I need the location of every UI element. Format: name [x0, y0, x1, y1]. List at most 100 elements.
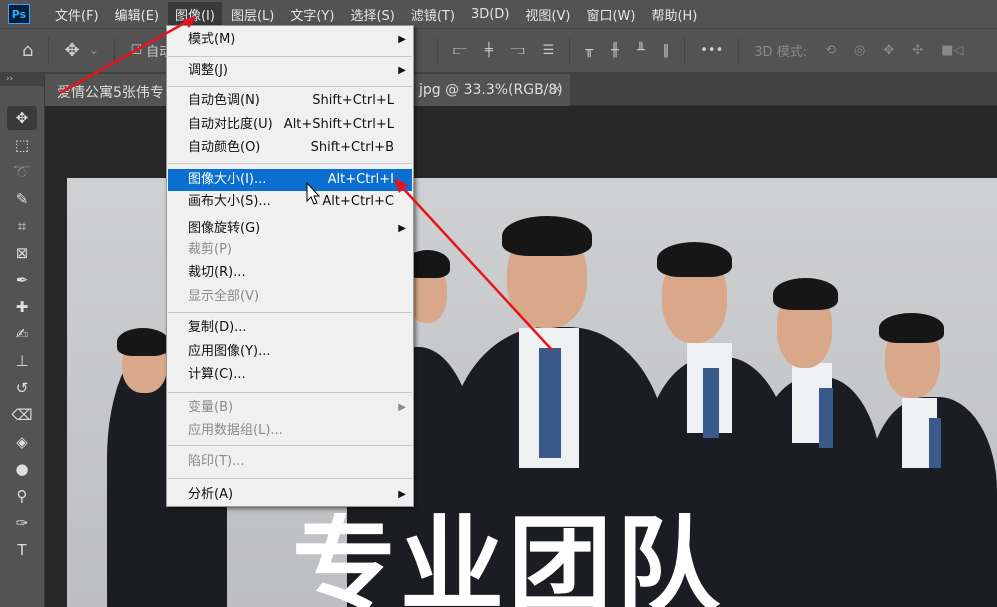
dodge-tool-icon[interactable]: ⚲	[7, 484, 37, 508]
tools-panel: ›› ✥ ⬚ ➰ ✎ ⌗ ⊠ ✒ ✚ ✍ ⊥ ↺ ⌫ ◈ ● ⚲ ✑ T	[0, 72, 45, 607]
menu-window[interactable]: 窗口(W)	[579, 2, 642, 27]
menu-help[interactable]: 帮助(H)	[644, 2, 704, 27]
marquee-tool-icon[interactable]: ⬚	[7, 133, 37, 157]
menu-separator	[168, 312, 412, 313]
menu-item-label: 裁剪(P)	[188, 242, 232, 257]
menu-item-label: 应用数据组(L)...	[188, 423, 283, 438]
menu-separator	[168, 86, 412, 87]
menu-3d[interactable]: 3D(D)	[464, 4, 516, 25]
menu-item-label: 调整(J)	[188, 63, 228, 78]
document-tab-title-suffix: jpg @ 33.3%(RGB/8)	[419, 82, 563, 98]
home-icon[interactable]: ⌂	[22, 40, 33, 61]
image-menu-dropdown: 模式(M)▶调整(J)▶自动色调(N)Shift+Ctrl+L自动对比度(U)A…	[166, 25, 414, 507]
move-tool-icon[interactable]: ✥	[64, 40, 79, 61]
menu-item[interactable]: 图像旋转(G)▶	[168, 218, 412, 240]
menu-item[interactable]: 图像大小(I)... Alt+Ctrl+I	[168, 169, 412, 191]
menu-item-label: 自动颜色(O)	[188, 140, 260, 155]
close-tab-icon[interactable]: ×	[551, 81, 563, 97]
chevron-down-icon[interactable]: ⌄	[89, 43, 100, 58]
quick-select-tool-icon[interactable]: ✎	[7, 187, 37, 211]
menu-item[interactable]: 调整(J) ▶	[168, 60, 412, 82]
menu-item[interactable]: 计算(C)...	[168, 364, 412, 386]
menu-item[interactable]: 分析(A) ▶	[168, 484, 412, 506]
menu-file[interactable]: 文件(F)	[48, 2, 106, 27]
move-tool-icon[interactable]: ✥	[7, 106, 37, 130]
menu-item-label: 陷印(T)...	[188, 454, 244, 469]
menu-item-shortcut: Shift+Ctrl+L	[312, 90, 394, 112]
stamp-tool-icon[interactable]: ⊥	[7, 349, 37, 373]
menu-item-label: 显示全部(V)	[188, 289, 259, 304]
align-left-icon[interactable]: ⫍	[453, 43, 467, 58]
menu-item[interactable]: 复制(D)...	[168, 317, 412, 339]
submenu-arrow-icon: ▶	[398, 29, 406, 51]
menu-filter[interactable]: 滤镜(T)	[404, 2, 462, 27]
blur-tool-icon[interactable]: ●	[7, 457, 37, 481]
more-options-button[interactable]: •••	[700, 43, 723, 58]
menu-item: 裁剪(P)	[168, 239, 412, 261]
menu-view[interactable]: 视图(V)	[518, 2, 577, 27]
menu-select[interactable]: 选择(S)	[343, 2, 401, 27]
menu-item: 显示全部(V)	[168, 286, 412, 308]
align-right-icon[interactable]: ⫎	[511, 43, 525, 58]
lasso-tool-icon[interactable]: ➰	[7, 160, 37, 184]
3d-roll-icon[interactable]: ◎	[854, 43, 865, 58]
submenu-arrow-icon: ▶	[398, 397, 406, 419]
menu-item-label: 计算(C)...	[188, 367, 246, 382]
eyedropper-tool-icon[interactable]: ✒	[7, 268, 37, 292]
submenu-arrow-icon: ▶	[398, 484, 406, 506]
type-tool-icon[interactable]: T	[7, 538, 37, 562]
menu-item-label: 自动色调(N)	[188, 93, 260, 108]
distribute-vertical-icon[interactable]: ‖	[663, 43, 670, 58]
menu-item[interactable]: 自动颜色(O)Shift+Ctrl+B	[168, 137, 412, 159]
3d-mode-label: 3D 模式:	[754, 41, 807, 60]
3d-drag-icon[interactable]: ✥	[883, 43, 894, 58]
menu-bar: Ps 文件(F) 编辑(E) 图像(I) 图层(L) 文字(Y) 选择(S) 滤…	[0, 0, 997, 28]
distribute-icon[interactable]: ☰	[543, 43, 555, 58]
menu-item-label: 图像大小(I)...	[188, 172, 266, 187]
menu-edit[interactable]: 编辑(E)	[108, 2, 166, 27]
crop-tool-icon[interactable]: ⌗	[7, 214, 37, 238]
menu-image[interactable]: 图像(I)	[168, 2, 222, 27]
menu-item-label: 画布大小(S)...	[188, 194, 271, 209]
menu-item[interactable]: 应用图像(Y)...	[168, 341, 412, 363]
menu-item[interactable]: 自动对比度(U)Alt+Shift+Ctrl+L	[168, 114, 412, 136]
auto-select-checkbox[interactable]: ☑	[130, 43, 142, 58]
photoshop-logo: Ps	[8, 4, 30, 24]
3d-slide-icon[interactable]: ✣	[912, 43, 923, 58]
menu-item[interactable]: 裁切(R)...	[168, 262, 412, 284]
healing-brush-tool-icon[interactable]: ✚	[7, 295, 37, 319]
menu-item-label: 变量(B)	[188, 400, 233, 415]
align-middle-icon[interactable]: ╫	[611, 43, 619, 58]
align-bottom-icon[interactable]: ╨	[637, 43, 645, 58]
3d-camera-icon[interactable]: ■◁	[941, 43, 963, 58]
menu-item-label: 裁切(R)...	[188, 265, 246, 280]
menu-separator	[168, 478, 412, 479]
history-brush-tool-icon[interactable]: ↺	[7, 376, 37, 400]
menu-item-label: 自动对比度(U)	[188, 117, 273, 132]
menu-item-shortcut: Alt+Ctrl+C	[322, 191, 394, 213]
menu-item-shortcut: Alt+Ctrl+I	[328, 169, 394, 191]
eraser-tool-icon[interactable]: ⌫	[7, 403, 37, 427]
menu-layer[interactable]: 图层(L)	[224, 2, 281, 27]
submenu-arrow-icon: ▶	[398, 60, 406, 82]
menu-type[interactable]: 文字(Y)	[283, 2, 341, 27]
menu-item[interactable]: 模式(M) ▶	[168, 29, 412, 51]
menu-item[interactable]: 自动色调(N) Shift+Ctrl+L	[168, 90, 412, 112]
pen-tool-icon[interactable]: ✑	[7, 511, 37, 535]
menu-item: 应用数据组(L)...	[168, 420, 412, 442]
menu-item-label: 复制(D)...	[188, 320, 247, 335]
3d-rotate-icon[interactable]: ⟲	[825, 43, 836, 58]
collapse-panel-button[interactable]: ››	[0, 72, 44, 86]
menu-item-label: 分析(A)	[188, 487, 233, 502]
align-top-icon[interactable]: ╥	[585, 43, 593, 58]
menu-item-label: 模式(M)	[188, 32, 235, 47]
canvas-headline: 专业团队	[292, 513, 724, 607]
menu-item[interactable]: 画布大小(S)... Alt+Ctrl+C	[168, 191, 412, 213]
options-bar: ⌂ ✥ ⌄ ☑ 自动 ⫍ ╪ ⫎ ☰ ╥ ╫ ╨ ‖ ••• 3D 模式: ⟲ …	[0, 28, 997, 72]
frame-tool-icon[interactable]: ⊠	[7, 241, 37, 265]
paint-bucket-tool-icon[interactable]: ◈	[7, 430, 37, 454]
align-center-icon[interactable]: ╪	[485, 43, 493, 58]
menu-separator	[168, 163, 412, 164]
menu-item: 陷印(T)...	[168, 451, 412, 473]
brush-tool-icon[interactable]: ✍	[7, 322, 37, 346]
